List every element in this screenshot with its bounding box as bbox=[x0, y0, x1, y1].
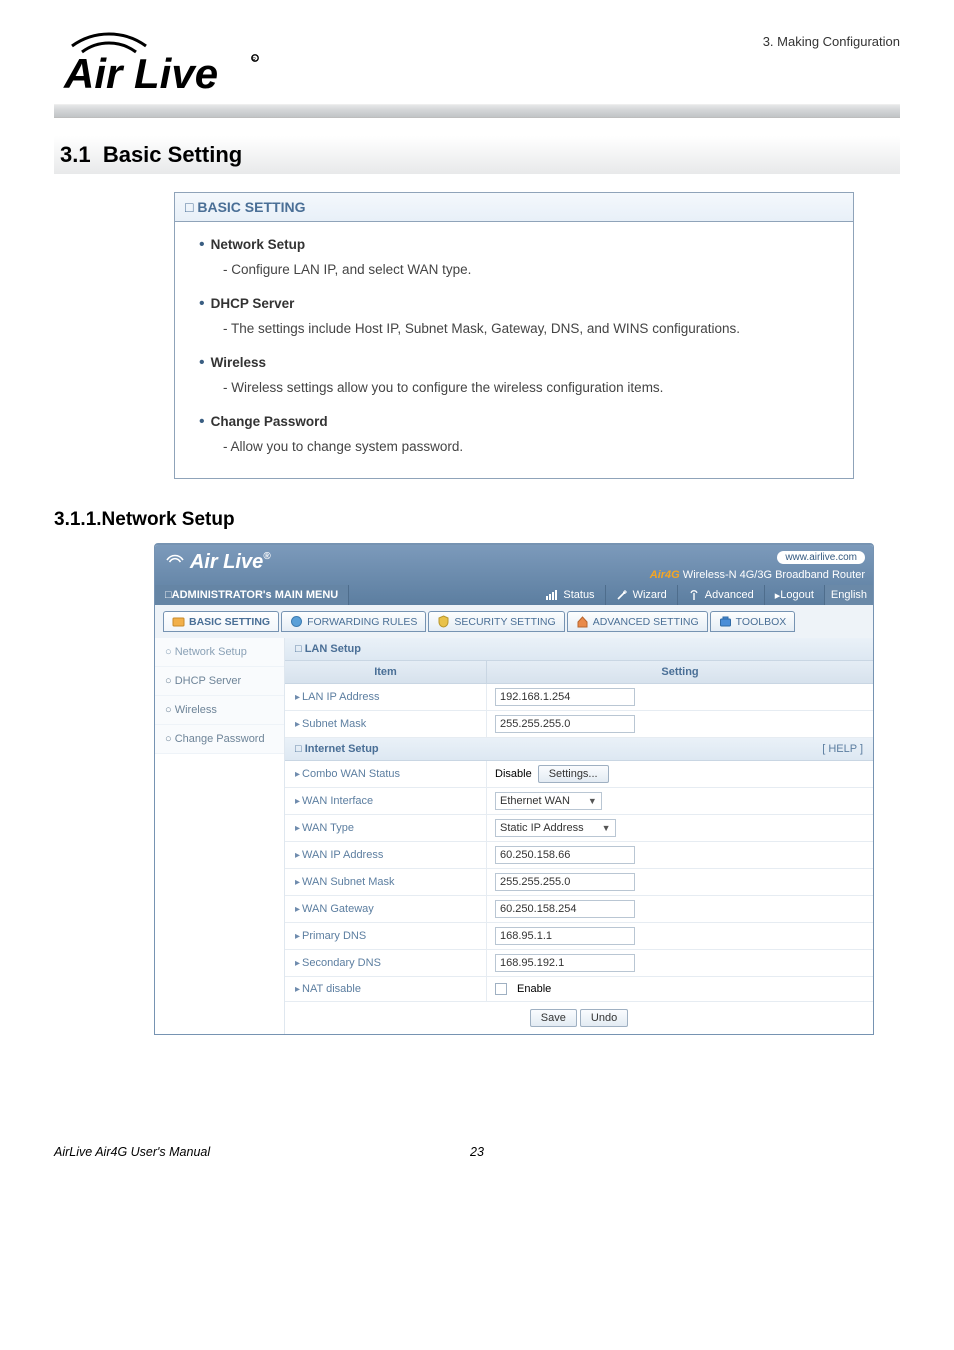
side-nav: ○ Network Setup ○ DHCP Server ○ Wireless… bbox=[155, 638, 285, 1034]
panel-item: •Network Setup - Configure LAN IP, and s… bbox=[199, 236, 829, 277]
wand-icon bbox=[616, 589, 628, 601]
footer-title: AirLive Air4G User's Manual bbox=[54, 1145, 447, 1159]
panel-item: •Change Password - Allow you to change s… bbox=[199, 413, 829, 454]
row-label: NAT disable bbox=[285, 977, 487, 1001]
svg-text:R: R bbox=[252, 57, 256, 63]
subsection-heading: 3.1.1.Network Setup bbox=[54, 509, 900, 531]
basic-setting-panel: BASIC SETTING •Network Setup - Configure… bbox=[174, 192, 854, 479]
row-label: WAN Type bbox=[285, 815, 487, 841]
nav-status[interactable]: Status bbox=[536, 585, 605, 605]
svg-text:Air Live: Air Live bbox=[63, 50, 218, 97]
sidebar-item-dhcp-server[interactable]: ○ DHCP Server bbox=[155, 667, 284, 696]
table-row: NAT disable Enable bbox=[285, 977, 873, 1002]
row-label: Combo WAN Status bbox=[285, 761, 487, 787]
table-row: WAN Gateway 60.250.158.254 bbox=[285, 896, 873, 923]
toolbox-icon bbox=[719, 615, 732, 628]
table-row: LAN IP Address 192.168.1.254 bbox=[285, 684, 873, 711]
wan-ip-input[interactable]: 60.250.158.66 bbox=[495, 846, 635, 864]
row-label: WAN IP Address bbox=[285, 842, 487, 868]
save-button[interactable]: Save bbox=[530, 1009, 577, 1027]
table-row: WAN IP Address 60.250.158.66 bbox=[285, 842, 873, 869]
panel-item: •DHCP Server - The settings include Host… bbox=[199, 295, 829, 336]
tab-toolbox[interactable]: TOOLBOX bbox=[710, 611, 796, 632]
page-number: 23 bbox=[447, 1145, 507, 1159]
url-pill[interactable]: www.airlive.com bbox=[777, 551, 865, 564]
row-label: Subnet Mask bbox=[285, 711, 487, 737]
shield-icon bbox=[437, 615, 450, 628]
admin-menu-label: □ ADMINISTRATOR's MAIN MENU bbox=[155, 585, 349, 605]
wan-subnet-input[interactable]: 255.255.255.0 bbox=[495, 873, 635, 891]
row-label: WAN Interface bbox=[285, 788, 487, 814]
row-label: WAN Gateway bbox=[285, 896, 487, 922]
row-label: WAN Subnet Mask bbox=[285, 869, 487, 895]
sidebar-item-network-setup[interactable]: ○ Network Setup bbox=[155, 638, 284, 667]
row-label: LAN IP Address bbox=[285, 684, 487, 710]
row-label: Primary DNS bbox=[285, 923, 487, 949]
router-logo: Air Live® bbox=[165, 551, 271, 574]
tab-security-setting[interactable]: SECURITY SETTING bbox=[428, 611, 564, 632]
house-icon bbox=[576, 615, 589, 628]
panel-item: •Wireless - Wireless settings allow you … bbox=[199, 354, 829, 395]
table-row: Combo WAN Status Disable Settings... bbox=[285, 761, 873, 788]
tab-forwarding-rules[interactable]: FORWARDING RULES bbox=[281, 611, 426, 632]
lan-ip-input[interactable]: 192.168.1.254 bbox=[495, 688, 635, 706]
primary-dns-input[interactable]: 168.95.1.1 bbox=[495, 927, 635, 945]
header-divider bbox=[54, 104, 900, 118]
secondary-dns-input[interactable]: 168.95.192.1 bbox=[495, 954, 635, 972]
help-link[interactable]: [ HELP ] bbox=[822, 743, 863, 755]
globe-icon bbox=[290, 615, 303, 628]
table-row: Primary DNS 168.95.1.1 bbox=[285, 923, 873, 950]
nat-enable-checkbox[interactable] bbox=[495, 983, 507, 995]
tab-advanced-setting[interactable]: ADVANCED SETTING bbox=[567, 611, 708, 632]
panel-title: BASIC SETTING bbox=[175, 193, 853, 222]
table-row: WAN Interface Ethernet WAN bbox=[285, 788, 873, 815]
tab-basic-setting[interactable]: BASIC SETTING bbox=[163, 611, 279, 632]
group-internet-setup: Internet Setup [ HELP ] bbox=[285, 738, 873, 761]
product-tagline: Air4G Wireless-N 4G/3G Broadband Router bbox=[650, 569, 865, 581]
language-select[interactable]: English bbox=[825, 585, 873, 605]
table-header: Item Setting bbox=[285, 661, 873, 684]
router-ui-screenshot: Air Live® www.airlive.com Air4G Wireless… bbox=[154, 543, 874, 1035]
nav-logout[interactable]: ▸ Logout bbox=[765, 585, 825, 605]
sidebar-item-change-password[interactable]: ○ Change Password bbox=[155, 725, 284, 754]
row-label: Secondary DNS bbox=[285, 950, 487, 976]
nat-enable-label: Enable bbox=[517, 983, 551, 995]
wan-gateway-input[interactable]: 60.250.158.254 bbox=[495, 900, 635, 918]
signal-icon bbox=[546, 590, 558, 600]
undo-button[interactable]: Undo bbox=[580, 1009, 628, 1027]
tab-bar: BASIC SETTING FORWARDING RULES SECURITY … bbox=[155, 605, 873, 638]
antenna-icon bbox=[688, 589, 700, 601]
section-heading: 3.1 Basic Setting bbox=[54, 136, 900, 174]
wan-interface-select[interactable]: Ethernet WAN bbox=[495, 792, 602, 810]
running-header: 3. Making Configuration bbox=[763, 34, 900, 49]
combo-settings-button[interactable]: Settings... bbox=[538, 765, 609, 783]
table-row: Subnet Mask 255.255.255.0 bbox=[285, 711, 873, 738]
group-lan-setup: LAN Setup bbox=[285, 638, 873, 661]
nav-wizard[interactable]: Wizard bbox=[606, 585, 678, 605]
table-row: WAN Type Static IP Address bbox=[285, 815, 873, 842]
folder-icon bbox=[172, 615, 185, 628]
table-row: WAN Subnet Mask 255.255.255.0 bbox=[285, 869, 873, 896]
table-row: Secondary DNS 168.95.192.1 bbox=[285, 950, 873, 977]
nav-advanced[interactable]: Advanced bbox=[678, 585, 765, 605]
sidebar-item-wireless[interactable]: ○ Wireless bbox=[155, 696, 284, 725]
wan-type-select[interactable]: Static IP Address bbox=[495, 819, 616, 837]
combo-wan-status: Disable bbox=[495, 768, 532, 780]
subnet-mask-input[interactable]: 255.255.255.0 bbox=[495, 715, 635, 733]
